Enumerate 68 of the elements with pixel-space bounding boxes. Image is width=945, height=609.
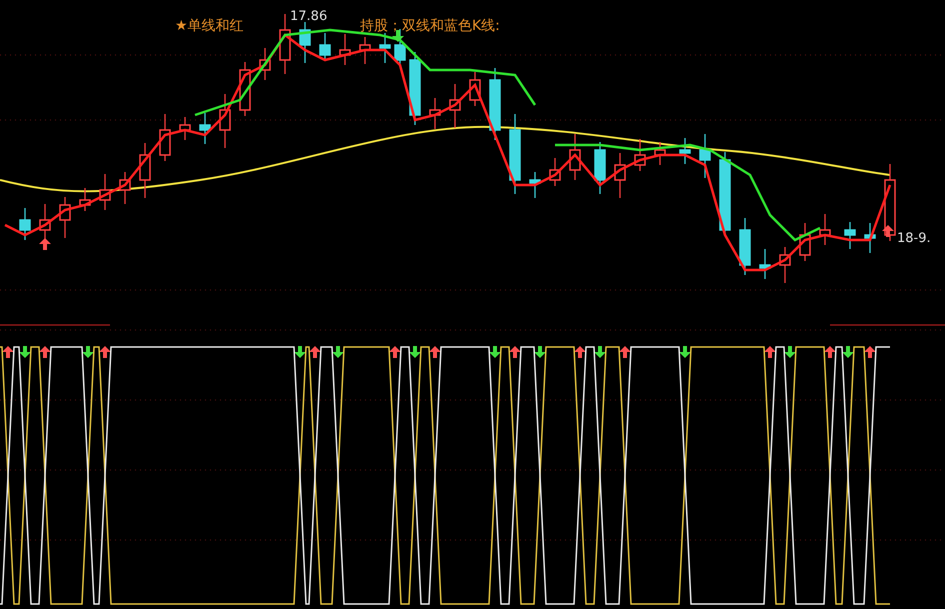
candlestick	[429, 98, 441, 129]
candlestick	[864, 223, 876, 253]
candlestick	[79, 188, 91, 211]
candlestick	[19, 208, 31, 240]
candlestick	[379, 33, 391, 63]
up-arrow-icon	[389, 346, 401, 358]
candlestick	[759, 249, 771, 279]
candlestick	[529, 172, 541, 198]
candlestick	[259, 48, 271, 80]
candlestick	[99, 174, 111, 210]
candlestick	[469, 72, 481, 106]
down-arrow-icon	[679, 346, 691, 358]
candlestick	[449, 84, 461, 128]
down-arrow-icon	[294, 346, 306, 358]
up-arrow-icon	[619, 346, 631, 358]
candlestick	[569, 134, 581, 180]
down-arrow-icon	[19, 346, 31, 358]
candlestick	[819, 214, 831, 245]
candlestick	[739, 218, 751, 275]
legend-text: ★单线和红	[175, 18, 244, 34]
up-arrow-icon	[99, 346, 111, 358]
last-price-label: 18-9.	[897, 231, 931, 246]
up-arrow-icon	[824, 346, 836, 358]
up-arrow-icon	[2, 346, 14, 358]
candlestick	[549, 158, 561, 186]
down-arrow-icon	[534, 346, 546, 358]
candlestick	[219, 94, 231, 148]
down-arrow-icon	[489, 346, 501, 358]
up-arrow-icon	[429, 346, 441, 358]
up-arrow-icon	[39, 238, 51, 250]
candlestick	[159, 114, 171, 161]
up-arrow-icon	[864, 346, 876, 358]
candlestick	[299, 22, 311, 63]
candlestick	[654, 142, 666, 165]
down-arrow-icon	[332, 346, 344, 358]
legend-text: 持股；双线和蓝色K线:	[360, 18, 500, 34]
candlestick	[359, 37, 371, 64]
candlestick	[239, 62, 251, 116]
high-price-label: 17.86	[290, 9, 328, 24]
candlestick	[679, 138, 691, 164]
up-arrow-icon	[882, 225, 894, 237]
down-arrow-icon	[784, 346, 796, 358]
candlestick	[699, 134, 711, 178]
candlestick	[614, 153, 626, 198]
down-arrow-icon	[842, 346, 854, 358]
candlestick	[339, 34, 351, 65]
down-arrow-icon	[409, 346, 421, 358]
up-arrow-icon	[509, 346, 521, 358]
down-arrow-icon	[392, 30, 404, 42]
candlestick	[489, 68, 501, 140]
candlestick	[779, 247, 791, 283]
up-arrow-icon	[574, 346, 586, 358]
candlestick	[319, 33, 331, 61]
down-arrow-icon	[82, 346, 94, 358]
candlestick	[594, 142, 606, 194]
candlestick	[119, 172, 131, 204]
candlestick	[844, 222, 856, 249]
candlestick	[279, 14, 291, 74]
up-arrow-icon	[39, 346, 51, 358]
candlestick	[634, 139, 646, 171]
candlestick	[179, 117, 191, 140]
candlestick	[799, 223, 811, 261]
up-arrow-icon	[309, 346, 321, 358]
candlestick	[59, 197, 71, 238]
up-arrow-icon	[764, 346, 776, 358]
down-arrow-icon	[594, 346, 606, 358]
candlestick	[199, 113, 211, 144]
candlestick	[139, 143, 151, 198]
